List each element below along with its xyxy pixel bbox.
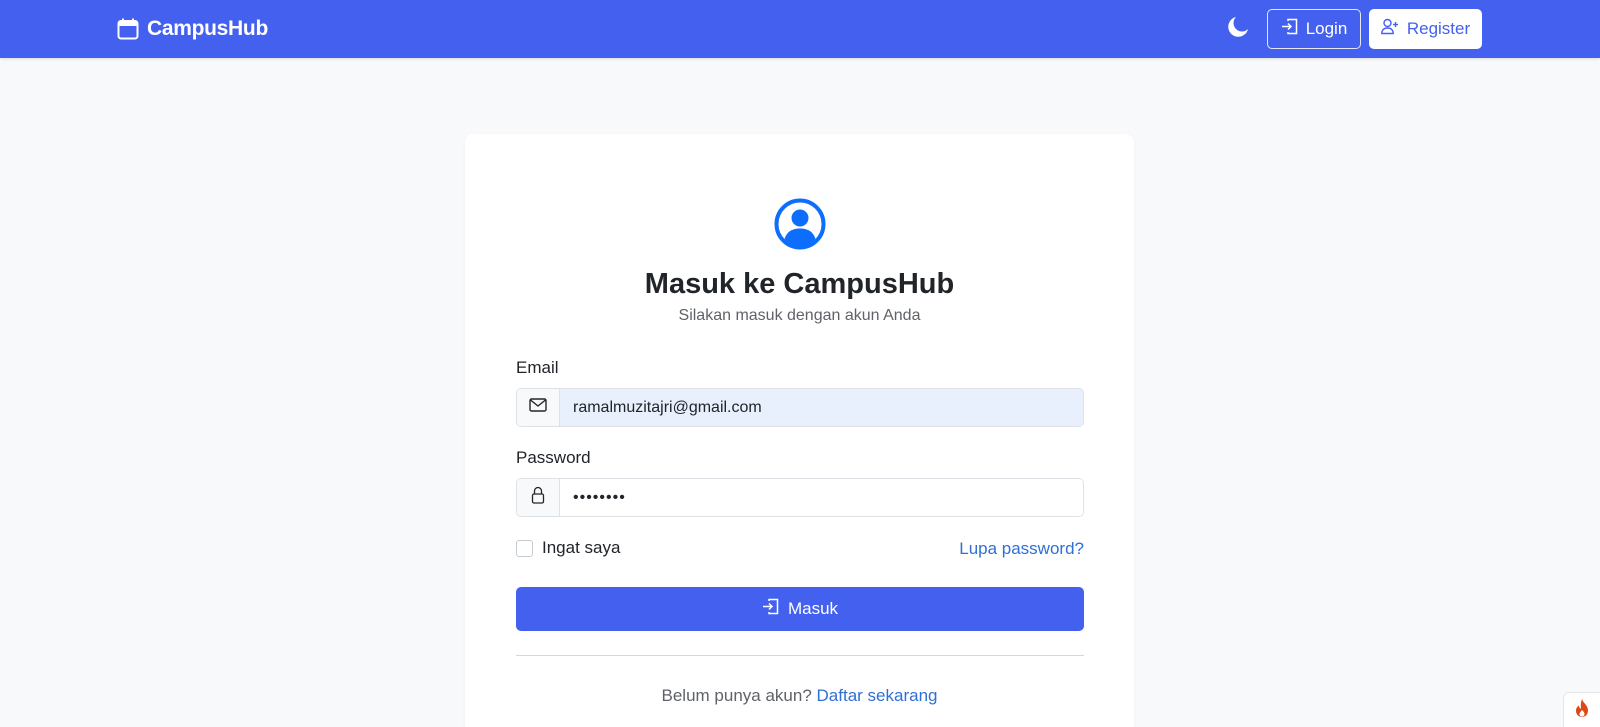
page-subtitle: Silakan masuk dengan akun Anda bbox=[678, 307, 921, 324]
nav-login-button[interactable]: Login bbox=[1267, 9, 1361, 49]
password-input-group bbox=[516, 478, 1084, 517]
password-addon bbox=[517, 479, 560, 516]
signup-link[interactable]: Daftar sekarang bbox=[817, 686, 938, 705]
debug-toolbar-toggle[interactable] bbox=[1563, 692, 1600, 727]
flame-icon bbox=[1573, 698, 1591, 723]
box-arrow-in-right-icon bbox=[1281, 18, 1298, 40]
theme-toggle-button[interactable] bbox=[1224, 15, 1252, 43]
calendar-icon bbox=[117, 18, 139, 40]
nav-login-label: Login bbox=[1305, 19, 1348, 38]
signup-prompt: Belum punya akun? Daftar sekarang bbox=[465, 686, 1134, 706]
submit-login-button[interactable]: Masuk bbox=[516, 587, 1084, 631]
forgot-password-link[interactable]: Lupa password? bbox=[959, 539, 1084, 559]
box-arrow-in-right-icon bbox=[762, 598, 779, 620]
password-label: Password bbox=[516, 448, 591, 467]
remember-me-label: Ingat saya bbox=[542, 538, 621, 557]
email-input-group bbox=[516, 388, 1084, 427]
moon-icon bbox=[1226, 15, 1250, 44]
no-account-text: Belum punya akun? bbox=[661, 686, 812, 705]
page-title: Masuk ke CampusHub bbox=[644, 268, 955, 300]
nav-register-label: Register bbox=[1406, 19, 1471, 38]
person-plus-icon bbox=[1380, 18, 1399, 40]
submit-login-label: Masuk bbox=[787, 599, 839, 618]
email-addon bbox=[517, 389, 560, 426]
remember-me-checkbox[interactable]: Ingat saya bbox=[516, 538, 620, 558]
brand-link[interactable]: CampusHub bbox=[117, 15, 268, 43]
envelope-icon bbox=[529, 398, 547, 417]
checkbox-box[interactable] bbox=[516, 539, 533, 557]
nav-register-button[interactable]: Register bbox=[1369, 9, 1482, 49]
lock-icon bbox=[531, 486, 545, 509]
top-navbar: CampusHub Login Register bbox=[0, 0, 1600, 58]
brand-name: CampusHub bbox=[147, 17, 268, 40]
card-divider bbox=[516, 655, 1084, 656]
email-input[interactable] bbox=[560, 389, 1083, 426]
password-input[interactable] bbox=[560, 479, 1083, 516]
person-circle-icon bbox=[774, 198, 826, 250]
email-label: Email bbox=[516, 358, 559, 377]
